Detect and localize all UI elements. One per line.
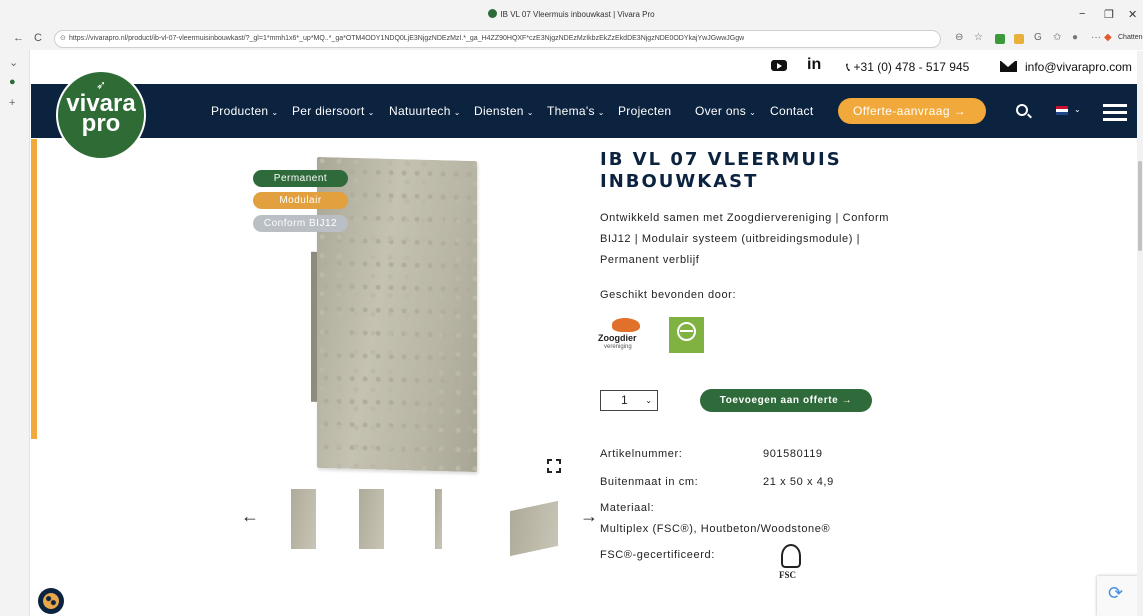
logo-text-bottom: pro	[81, 110, 121, 137]
partner1-sub: vereniging	[604, 344, 632, 350]
thumbnail-1[interactable]	[291, 489, 316, 549]
chevron-down-icon: ⌄	[526, 108, 534, 117]
email-link[interactable]: info@vivarapro.com	[1000, 60, 1132, 74]
nav-producten[interactable]: Producten ⌄	[211, 104, 278, 118]
extension-g-icon[interactable]: G	[1034, 32, 1042, 43]
favorites-icon[interactable]: ✩	[1053, 32, 1061, 43]
extension-green-icon[interactable]	[995, 34, 1005, 44]
restore-button[interactable]: ❐	[1104, 8, 1114, 21]
fullscreen-icon[interactable]	[547, 459, 561, 473]
sidebar-tab-icon[interactable]: ●	[9, 76, 16, 88]
back-button[interactable]: ←	[13, 32, 24, 44]
nav-natuurtech[interactable]: Natuurtech ⌄	[389, 104, 461, 118]
tab-title-text: IB VL 07 Vleermuis inbouwkast | Vivara P…	[500, 10, 655, 19]
tag-conform-bij12: Conform BIJ12	[253, 215, 348, 232]
phone-number: +31 (0) 478 - 517 945	[853, 60, 970, 74]
email-address: info@vivarapro.com	[1025, 60, 1132, 74]
sidebar-add-icon[interactable]: +	[9, 97, 15, 109]
nav-themas[interactable]: Thema's ⌄	[547, 104, 605, 118]
size-value: 21 x 50 x 4,9	[763, 476, 834, 488]
close-window-button[interactable]: ✕	[1128, 8, 1137, 21]
recaptcha-badge[interactable]	[1097, 576, 1139, 616]
article-number-value: 901580119	[763, 448, 823, 460]
fsc-logo: FSC	[776, 544, 806, 584]
scrollbar-thumb[interactable]	[1138, 161, 1142, 251]
zoogdiervereniging-logo: Zoogdier vereniging	[598, 316, 650, 352]
gallery-prev-button[interactable]: ←	[241, 506, 259, 527]
otter-icon	[612, 318, 640, 332]
web-page: in 📞︎ +31 (0) 478 - 517 945 info@vivarap…	[31, 51, 1143, 616]
nav-diensten[interactable]: Diensten ⌄	[474, 104, 534, 118]
contact-bar: in 📞︎ +31 (0) 478 - 517 945 info@vivarap…	[31, 51, 1143, 84]
phone-icon: 📞︎	[846, 60, 854, 74]
suitable-label: Geschikt bevonden door:	[600, 289, 737, 301]
natuurmonumenten-logo	[669, 317, 704, 353]
more-icon[interactable]: ···	[1091, 32, 1101, 43]
linkedin-icon[interactable]: in	[807, 56, 821, 74]
main-navbar: Producten ⌄ Per diersoort ⌄ Natuurtech ⌄ Di…	[31, 84, 1143, 138]
gallery-next-button[interactable]: →	[580, 506, 598, 527]
material-label: Materiaal:	[600, 502, 655, 514]
browser-sidebar: ⌄ ● +	[0, 50, 30, 616]
nav-per-diersoort[interactable]: Per diersoort ⌄	[292, 104, 375, 118]
thumbnail-3[interactable]	[435, 489, 442, 549]
chevron-down-icon: ⌄	[453, 108, 461, 117]
minimize-button[interactable]: −	[1079, 8, 1085, 20]
youtube-icon[interactable]	[771, 60, 787, 71]
fsc-logo-text: FSC	[779, 570, 797, 580]
site-info-icon[interactable]: ⊙	[60, 31, 66, 47]
chevron-down-icon: ⌄	[271, 108, 279, 117]
zoom-icon[interactable]: ⊖	[955, 32, 963, 43]
chat-label[interactable]: Chatten	[1118, 34, 1143, 41]
reload-button[interactable]: C	[34, 32, 42, 44]
dutch-flag-icon[interactable]	[1056, 106, 1068, 115]
address-row: ← C ⊙ https://vivarapro.nl/product/ib-vl…	[0, 28, 1143, 50]
sidebar-collapse-icon[interactable]: ⌄	[9, 56, 18, 69]
bookmark-star-icon[interactable]: ☆	[974, 32, 983, 43]
material-value: Multiplex (FSC®), Houtbeton/Woodstone®	[600, 523, 831, 535]
offerte-aanvraag-button[interactable]: Offerte-aanvraag →	[838, 98, 986, 124]
partner1-name: Zoogdier	[598, 333, 637, 343]
fsc-tree-icon	[781, 544, 801, 568]
mail-icon	[1000, 61, 1017, 72]
accent-strip	[31, 139, 37, 439]
thumbnail-2[interactable]	[359, 489, 384, 549]
copilot-icon[interactable]: ◆	[1104, 32, 1112, 43]
chevron-down-icon: ⌄	[645, 396, 652, 405]
product-description: Ontwikkeld samen met Zoogdiervereniging …	[600, 212, 890, 266]
url-text: https://vivarapro.nl/product/ib-vl-07-vl…	[69, 35, 745, 42]
extension-yellow-icon[interactable]	[1014, 34, 1024, 44]
thumbnail-4[interactable]	[510, 500, 558, 557]
nav-projecten[interactable]: Projecten	[618, 104, 671, 118]
quantity-value: 1	[621, 393, 628, 407]
chevron-down-icon: ⌄	[597, 108, 605, 117]
cookie-settings-icon[interactable]	[38, 588, 64, 614]
nav-contact[interactable]: Contact	[770, 104, 813, 118]
fsc-label: FSC®-gecertificeerd:	[600, 549, 715, 561]
language-chevron-icon[interactable]: ⌄	[1074, 105, 1081, 114]
url-bar[interactable]: ⊙ https://vivarapro.nl/product/ib-vl-07-…	[54, 30, 941, 48]
product-title: IB VL 07 VLEERMUIS INBOUWKAST	[600, 149, 842, 192]
hamburger-menu-icon[interactable]	[1103, 104, 1127, 121]
chevron-down-icon: ⌄	[749, 108, 757, 117]
chevron-down-icon: ⌄	[367, 108, 375, 117]
favicon-icon	[488, 9, 498, 18]
browser-titlebar: IB VL 07 Vleermuis inbouwkast | Vivara P…	[0, 0, 1143, 30]
phone-link[interactable]: 📞︎ +31 (0) 478 - 517 945	[846, 60, 969, 75]
search-icon[interactable]	[1016, 104, 1028, 116]
size-label: Buitenmaat in cm:	[600, 476, 699, 488]
tab-title[interactable]: IB VL 07 Vleermuis inbouwkast | Vivara P…	[0, 9, 1143, 19]
tag-modulair: Modulair	[253, 192, 348, 209]
nav-over-ons[interactable]: Over ons ⌄	[695, 104, 756, 118]
article-number-label: Artikelnummer:	[600, 448, 683, 460]
tag-permanent: Permanent	[253, 170, 348, 187]
profile-icon[interactable]: ●	[1072, 32, 1078, 43]
vivara-pro-logo[interactable]: ➶ vivara pro	[56, 70, 146, 160]
add-to-quote-button[interactable]: Toevoegen aan offerte →	[700, 389, 872, 412]
quantity-select[interactable]: 1 ⌄	[600, 390, 658, 411]
page-scrollbar[interactable]	[1137, 51, 1143, 616]
